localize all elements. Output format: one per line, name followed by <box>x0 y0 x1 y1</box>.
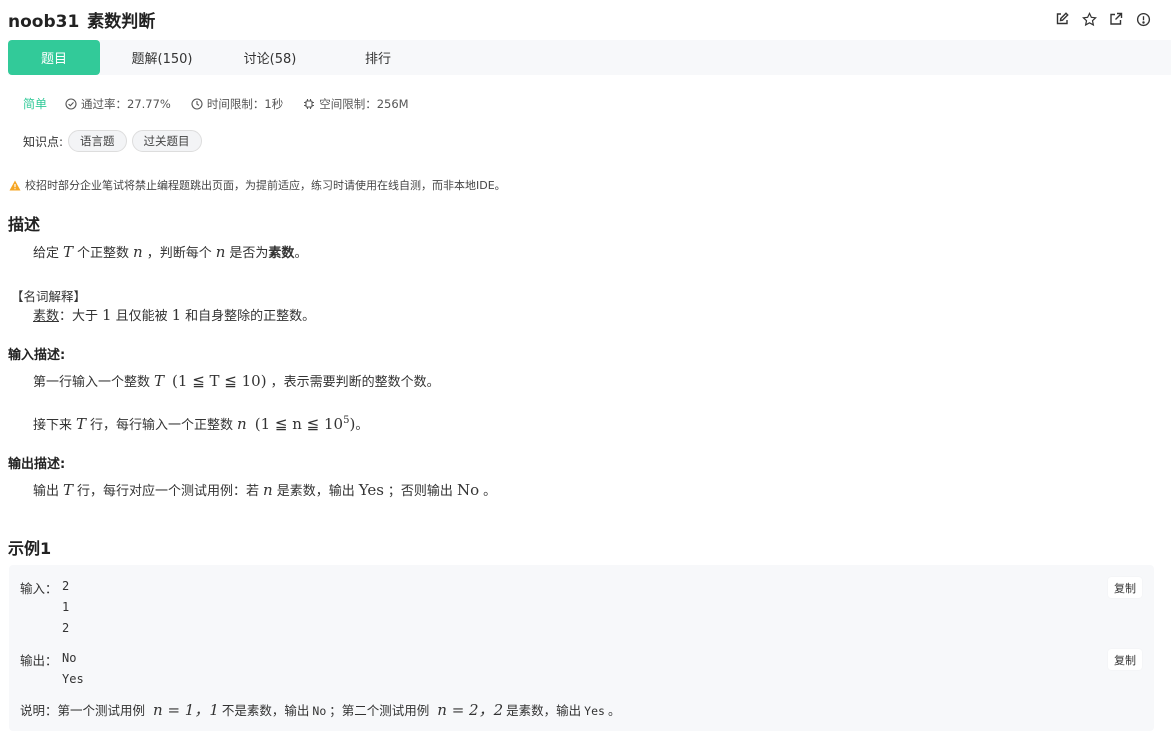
example-explanation: 说明： 第一个测试用例 n = 1，1 不是素数，输出 No ；第二个测试用例 n = 2，… <box>20 701 621 719</box>
space-limit: 空间限制：256M <box>303 96 409 112</box>
warning-notice: 校招时部分企业笔试将禁止编程题跳出页面，为提前适应，练习时请使用在线自测，而非本… <box>9 177 506 193</box>
edit-icon[interactable] <box>1054 11 1070 27</box>
tab-problem[interactable]: 题目 <box>8 40 100 75</box>
copy-input-button[interactable]: 复制 <box>1108 577 1142 598</box>
example-output: No Yes <box>62 648 84 690</box>
list-item: 2 <box>62 579 70 593</box>
chip-icon <box>304 98 315 109</box>
time-limit: 时间限制：1秒 <box>191 96 283 112</box>
input-line-1: 第一行输入一个整数 T (1 ≦ T ≦ 10) ，表示需要判断的整数个数。 <box>33 372 440 390</box>
problem-meta: 简单 通过率：27.77% 时间限制：1秒 空间限制：256M <box>23 95 429 112</box>
pass-rate: 通过率：27.77% <box>65 96 171 112</box>
check-circle-icon <box>65 97 77 110</box>
tag-chip[interactable]: 过关题目 <box>131 130 202 152</box>
problem-name: 素数判断 <box>87 12 156 32</box>
share-icon[interactable] <box>1108 11 1124 27</box>
description-text: 给定 T 个正整数 n ，判断每个 n 是否为素数。 <box>33 243 308 261</box>
output-heading: 输出描述: <box>8 457 66 472</box>
term-definition: 素数：大于 1 且仅能被 1 和自身整除的正整数。 <box>33 306 316 324</box>
problem-tabs: 题目 题解(150) 讨论(58) 排行 <box>8 40 1171 75</box>
tag-chip[interactable]: 语言题 <box>68 130 127 152</box>
tab-discussion[interactable]: 讨论(58) <box>216 40 324 75</box>
report-icon[interactable] <box>1135 11 1151 27</box>
tab-ranking[interactable]: 排行 <box>324 40 432 75</box>
tab-solutions[interactable]: 题解(150) <box>108 40 216 75</box>
problem-header: noob31 素数判断 <box>0 0 1171 38</box>
problem-id: noob31 <box>8 12 80 32</box>
star-icon[interactable] <box>1081 11 1097 27</box>
input-label: 输入： <box>20 581 58 596</box>
example-box: 输入： 2 1 2 复制 输出： No Yes 复制 说明： 第一个测试用例 n =… <box>9 565 1154 731</box>
description-heading: 描述 <box>8 215 41 234</box>
example-input: 2 1 2 <box>62 576 69 639</box>
warning-icon <box>9 180 21 190</box>
header-actions <box>1054 11 1151 27</box>
term-heading: 【名词解释】 <box>11 289 87 304</box>
list-item: 2 <box>62 621 70 635</box>
input-heading: 输入描述: <box>8 348 66 363</box>
copy-output-button[interactable]: 复制 <box>1108 649 1142 670</box>
clock-icon <box>191 97 203 110</box>
difficulty-badge: 简单 <box>23 97 48 111</box>
input-line-2: 接下来 T 行，每行输入一个正整数 n (1 ≦ n ≦ 105)。 <box>33 415 369 433</box>
list-item: No <box>62 651 77 665</box>
list-item: 1 <box>62 600 70 614</box>
list-item: Yes <box>62 672 84 686</box>
example-heading: 示例1 <box>8 539 52 558</box>
knowledge-points: 知识点: 语言题 过关题目 <box>23 130 202 152</box>
page-title: noob31 素数判断 <box>8 7 155 32</box>
knowledge-label: 知识点: <box>23 134 64 149</box>
output-label: 输出： <box>20 653 58 668</box>
output-line-1: 输出 T 行，每行对应一个测试用例：若 n 是素数，输出 Yes ；否则输出 No。 <box>33 481 497 499</box>
